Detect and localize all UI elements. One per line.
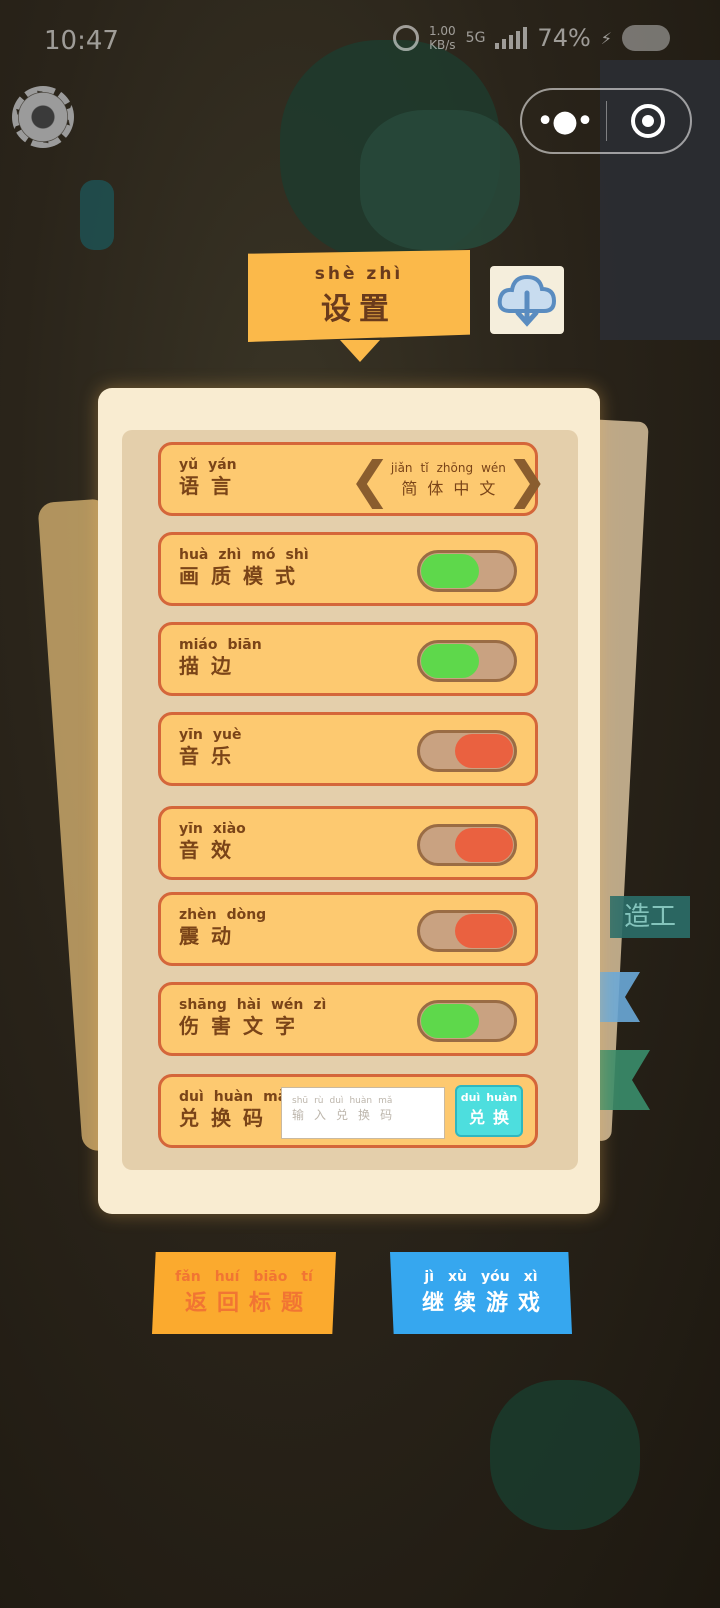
setting-row-language: yǔ yán 语言 ❮ jiǎn tǐ zhōng wén 简体中文 ❯ xyxy=(158,442,548,516)
chevron-left-icon[interactable]: ❮ xyxy=(349,455,391,505)
setting-label: 语言 xyxy=(179,474,231,498)
toggle-knob xyxy=(421,1004,479,1038)
music-toggle[interactable] xyxy=(417,730,517,772)
setting-row-sound-effects: yīn xiào 音效 xyxy=(158,806,538,880)
toggle-knob xyxy=(455,914,513,948)
placeholder-text: 输入兑换码 xyxy=(292,1108,393,1122)
net-speed: 1.00 KB/s xyxy=(428,24,456,52)
setting-label: 音效 xyxy=(179,838,231,862)
mini-program-capsule: •●• xyxy=(520,88,692,154)
cloud-icon xyxy=(622,25,670,51)
toggle-knob xyxy=(455,828,513,862)
setting-row-damage-text: shāng hài wén zì 伤害文字 xyxy=(158,982,538,1056)
battery-level: 74% xyxy=(537,24,591,52)
quality-toggle[interactable] xyxy=(417,550,517,592)
back-to-title-button[interactable]: fǎn huí biāo tí 返回标题 xyxy=(152,1252,336,1334)
signal-icon xyxy=(495,27,528,49)
background-cactus xyxy=(80,180,114,250)
setting-label: 画质模式 xyxy=(179,564,295,588)
more-icon[interactable]: •●• xyxy=(522,104,606,139)
damage-text-toggle[interactable] xyxy=(417,1000,517,1042)
toggle-knob xyxy=(455,734,513,768)
setting-label: 音乐 xyxy=(179,744,231,768)
cloud-download-icon xyxy=(497,274,557,327)
setting-row-vibration: zhèn dòng 震动 xyxy=(158,892,538,966)
setting-label: 震动 xyxy=(179,924,231,948)
settings-list: yǔ yán 语言 ❮ jiǎn tǐ zhōng wén 简体中文 ❯ huà zhì m… xyxy=(122,430,578,1170)
setting-row-music: yīn yuè 音乐 xyxy=(158,712,538,786)
alarm-icon xyxy=(392,25,419,51)
settings-title-banner: shè zhì 设置 xyxy=(248,250,470,342)
close-target-icon[interactable] xyxy=(607,104,690,138)
language-value: jiǎn tǐ zhōng wén 简体中文 xyxy=(390,461,506,498)
continue-game-button[interactable]: jì xù yóu xì 继续游戏 xyxy=(390,1252,572,1334)
placeholder-pinyin: shū rù duì huàn mǎ xyxy=(292,1096,393,1106)
settings-panel: yǔ yán 语言 ❮ jiǎn tǐ zhōng wén 简体中文 ❯ huà zhì m… xyxy=(98,388,600,1214)
network-type: 5G xyxy=(465,30,486,46)
cloud-download-button[interactable] xyxy=(490,266,564,334)
gear-icon[interactable] xyxy=(12,86,74,148)
redeem-button[interactable]: duì huàn 兑换 xyxy=(455,1085,523,1137)
status-bar: 10:47 1.00 KB/s 5G 74% ⚡ xyxy=(0,0,720,84)
sound-effects-toggle[interactable] xyxy=(417,824,517,866)
outline-toggle[interactable] xyxy=(417,640,517,682)
setting-row-outline: miáo biān 描边 xyxy=(158,622,538,696)
redeem-code-input[interactable]: shū rù duì huàn mǎ 输入兑换码 xyxy=(281,1087,445,1139)
language-selector: ❮ jiǎn tǐ zhōng wén 简体中文 ❯ xyxy=(349,451,548,509)
toggle-knob xyxy=(421,644,479,678)
vibration-toggle[interactable] xyxy=(417,910,517,952)
setting-row-quality: huà zhì mó shì 画质模式 xyxy=(158,532,538,606)
setting-label: 兑换码 xyxy=(179,1106,263,1130)
banner-tail xyxy=(340,340,380,362)
page-title: 设置 xyxy=(321,292,397,327)
chevron-right-icon[interactable]: ❯ xyxy=(506,455,548,505)
status-time: 10:47 xyxy=(44,26,119,56)
setting-label: 伤害文字 xyxy=(179,1014,295,1038)
background-tree xyxy=(490,1380,640,1530)
toggle-knob xyxy=(421,554,479,588)
setting-label: 描边 xyxy=(179,654,231,678)
background-tree xyxy=(360,110,520,250)
setting-row-redeem-code: duì huàn mǎ 兑换码 shū rù duì huàn mǎ 输入兑换码 duì hu… xyxy=(158,1074,538,1148)
title-pinyin: shè zhì xyxy=(314,264,404,284)
background-sign: 造工 xyxy=(610,896,690,938)
charging-icon: ⚡ xyxy=(600,28,612,48)
